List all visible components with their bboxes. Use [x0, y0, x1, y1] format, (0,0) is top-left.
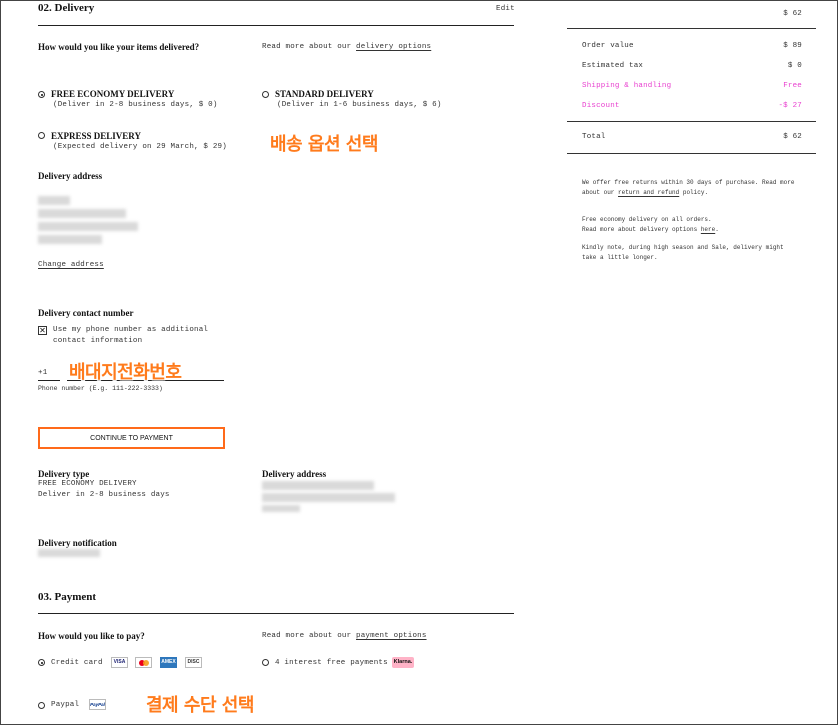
delivery-notes: Free economy delivery on all orders. Rea… [582, 215, 807, 262]
radio-express[interactable] [38, 132, 45, 139]
interest-free-label: 4 interest free payments [275, 659, 388, 667]
total-amount: $ 62 [783, 133, 802, 141]
delivery-read-more: Read more about our delivery options [262, 43, 431, 51]
delivery-section-title: 02. Delivery [38, 2, 95, 14]
returns-line-1: We offer free returns within 30 days of … [582, 179, 795, 186]
delivery-options-link[interactable]: delivery options [356, 43, 431, 51]
summary-top-value: $ 62 [783, 10, 802, 18]
use-phone-label-2: contact information [53, 337, 143, 345]
annotation-payment-method: 결제 수단 선택 [146, 695, 254, 716]
notification-redacted [38, 549, 100, 557]
discount-label: Discount [582, 102, 620, 110]
radio-free-economy[interactable] [38, 91, 45, 98]
delivery-address-title: Delivery address [38, 171, 103, 181]
paypal-label: Paypal [51, 701, 80, 709]
klarna-icon: Klarna. [392, 657, 414, 668]
option-detail-express: (Expected delivery on 29 March, $ 29) [53, 143, 227, 151]
order-value-label: Order value [582, 42, 634, 50]
payment-question: How would you like to pay? [38, 631, 145, 641]
payment-options-link[interactable]: payment options [356, 632, 427, 640]
returns-text: We offer free returns within 30 days of … [582, 178, 807, 197]
discover-icon: DISC [185, 657, 202, 668]
option-label-express: EXPRESS DELIVERY [51, 131, 141, 141]
payment-divider [38, 613, 514, 614]
option-detail-free: (Deliver in 2-8 business days, $ 0) [53, 101, 218, 109]
note-line-1: Free economy delivery on all orders. [582, 216, 712, 223]
summary-total-divider [567, 121, 816, 122]
option-label-free: FREE ECONOMY DELIVERY [51, 89, 175, 99]
discount-amount: -$ 27 [778, 102, 802, 110]
estimated-tax-amount: $ 0 [787, 62, 802, 70]
delivery-type-value-2: Deliver in 2-8 business days [38, 491, 170, 499]
radio-standard[interactable] [262, 91, 269, 98]
delivery-read-more-prefix: Read more about our [262, 43, 352, 51]
delivery-type-value-1: FREE ECONOMY DELIVERY [38, 480, 137, 488]
delivery-divider [38, 25, 514, 26]
summary-address-title: Delivery address [262, 469, 327, 479]
return-refund-link[interactable]: return and refund [618, 189, 679, 196]
country-code-underline [38, 380, 60, 381]
delivery-notification-title: Delivery notification [38, 538, 117, 548]
payment-read-more-prefix: Read more about our [262, 632, 352, 640]
radio-paypal[interactable] [38, 702, 45, 709]
option-label-standard: STANDARD DELIVERY [275, 89, 374, 99]
mastercard-icon [135, 657, 152, 668]
change-address-link[interactable]: Change address [38, 261, 104, 269]
payment-read-more: Read more about our payment options [262, 632, 427, 640]
total-label: Total [582, 133, 606, 141]
returns-prefix: about our [582, 188, 615, 196]
note-line-3: Kindly note, during high season and Sale… [582, 244, 784, 251]
returns-line-2: about our return and refund policy. [582, 188, 807, 198]
annotation-phone-number: 배대지전화번호 [69, 362, 182, 383]
visa-icon: VISA [111, 657, 128, 668]
use-phone-label-1: Use my phone number as additional [53, 326, 209, 334]
continue-to-payment-button[interactable]: CONTINUE TO PAYMENT [38, 427, 225, 449]
annotation-delivery-option: 배송 옵션 선택 [270, 134, 378, 155]
radio-interest-free[interactable] [262, 659, 269, 666]
edit-link[interactable]: Edit [496, 5, 515, 13]
estimated-tax-label: Estimated tax [582, 62, 644, 70]
shipping-amount: Free [783, 82, 802, 90]
radio-credit-card[interactable] [38, 659, 45, 666]
note-line-4: take a little longer. [582, 253, 658, 261]
delivery-type-title: Delivery type [38, 469, 90, 479]
note-2-prefix: Read more about delivery options [582, 225, 698, 233]
note-line-2: Read more about delivery options here. [582, 225, 719, 233]
credit-card-label: Credit card [51, 659, 103, 667]
country-code[interactable]: +1 [38, 369, 47, 377]
payment-section-title: 03. Payment [38, 591, 97, 603]
order-value-amount: $ 89 [783, 42, 802, 50]
shipping-label: Shipping & handling [582, 82, 672, 90]
paypal-icon: PayPal [89, 699, 106, 710]
amex-icon: AMEX [160, 657, 177, 668]
option-detail-standard: (Deliver in 1-6 business days, $ 6) [277, 101, 442, 109]
delivery-contact-title: Delivery contact number [38, 308, 134, 318]
delivery-here-link[interactable]: here [701, 226, 715, 233]
returns-suffix: policy. [682, 188, 709, 196]
phone-hint: Phone number (E.g. 111-222-3333) [38, 385, 163, 392]
use-phone-checkbox[interactable]: ✕ [38, 326, 47, 335]
summary-top-divider [567, 28, 816, 29]
delivery-question: How would you like your items delivered? [38, 42, 200, 52]
summary-bottom-divider [567, 153, 816, 154]
